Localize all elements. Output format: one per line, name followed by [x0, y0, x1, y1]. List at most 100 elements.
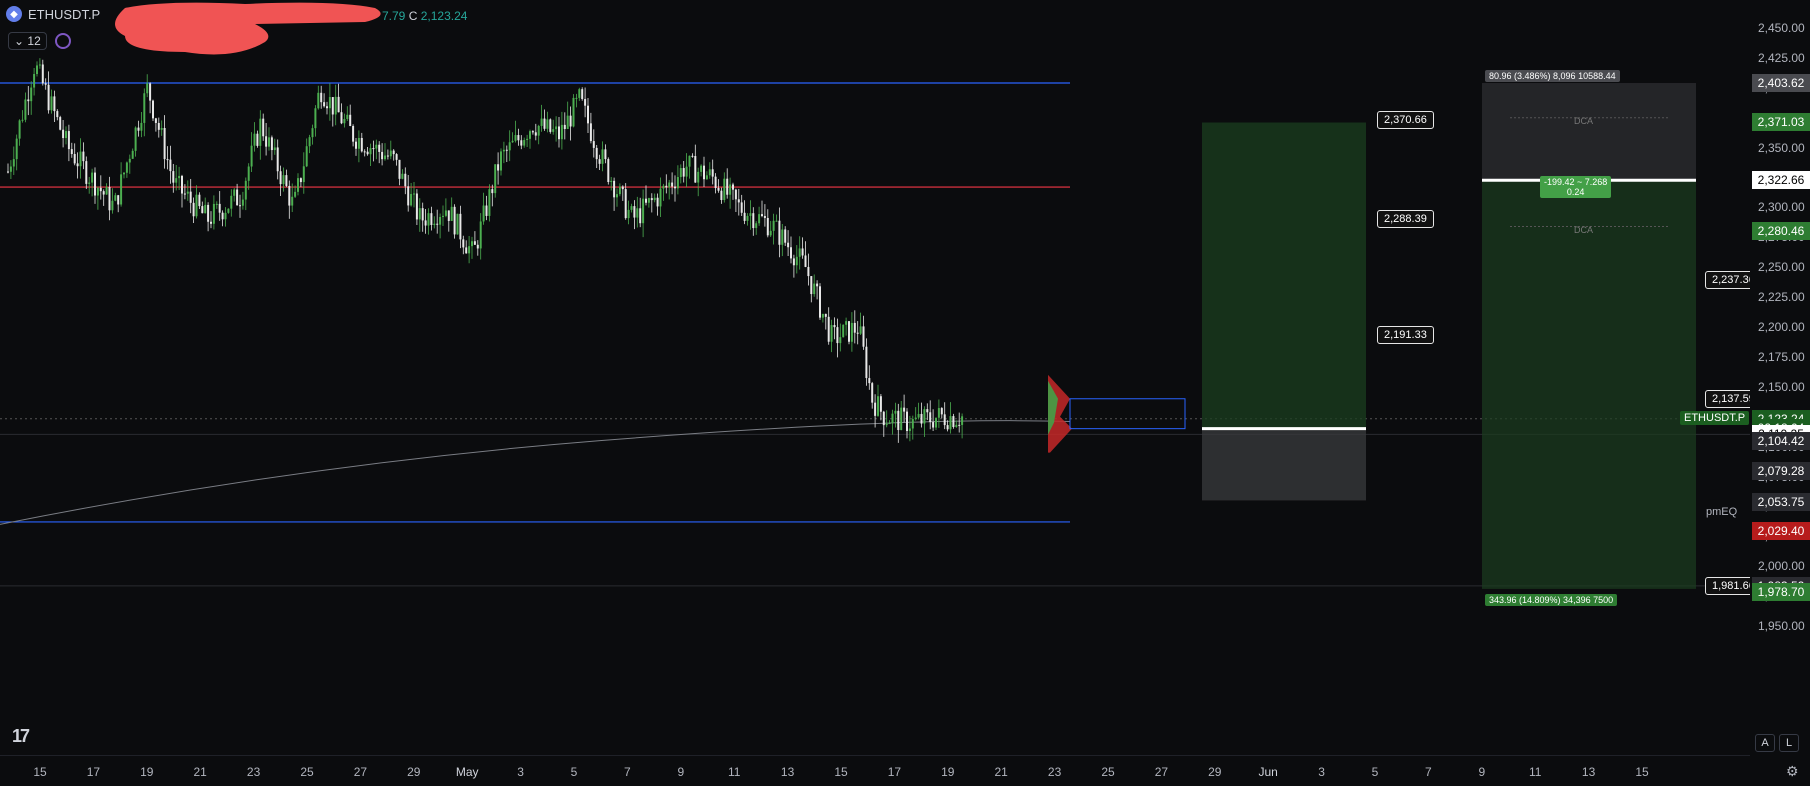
candle-body: [204, 204, 207, 214]
candle-body: [366, 151, 369, 155]
close-value: 2,123.24: [420, 9, 468, 23]
candle-body: [294, 191, 297, 197]
scale-buttons: A L: [1755, 734, 1799, 752]
interval-value: 12: [27, 34, 41, 48]
candle-body: [772, 220, 775, 231]
candle-body: [27, 99, 30, 102]
candle-body: [827, 316, 830, 342]
candle-body: [810, 276, 813, 295]
candle-body: [937, 408, 940, 418]
ohlc-readout: 7.79 C 2,123.24: [382, 9, 467, 23]
candle-body: [732, 184, 734, 190]
candle-body: [514, 135, 517, 141]
candle-body: [149, 83, 152, 101]
candle-body: [665, 185, 668, 188]
price-tag: 2,104.42: [1752, 432, 1810, 451]
candle-body: [610, 180, 613, 183]
candle-body: [711, 169, 714, 177]
symbol-header[interactable]: ◆ ETHUSDT.P: [6, 6, 100, 22]
candle-body: [958, 424, 961, 426]
candle-body: [259, 118, 262, 146]
candle-body: [755, 223, 758, 229]
redaction-mark: [115, 2, 381, 55]
candle-body: [627, 209, 630, 219]
candle-body: [700, 165, 703, 172]
candle-body: [183, 193, 186, 195]
candle-body: [749, 213, 752, 216]
candle-body: [265, 136, 268, 147]
sync-icon[interactable]: [54, 33, 71, 49]
candle-body: [804, 255, 807, 267]
auto-scale-button[interactable]: A: [1755, 734, 1775, 752]
candle-body: [146, 83, 149, 94]
candle-body: [885, 423, 888, 426]
price-axis[interactable]: 2,450.002,425.002,400.002,375.002,350.00…: [1750, 0, 1810, 755]
candle-body: [650, 198, 653, 201]
candle-body: [123, 172, 125, 175]
candle-body: [587, 105, 589, 124]
ohlc-partial: 7.79: [382, 9, 406, 23]
candle-body: [186, 191, 189, 194]
time-tick: 23: [246, 765, 261, 779]
candle-body: [526, 138, 529, 140]
candle-body: [50, 96, 53, 111]
candle-body: [120, 174, 123, 205]
candle-body: [705, 175, 708, 180]
price-tag: 2,053.75: [1752, 492, 1810, 511]
settings-gear-icon[interactable]: ⚙: [1786, 763, 1799, 780]
candle-body: [769, 230, 772, 236]
candle-body: [73, 154, 76, 164]
candle-body: [589, 123, 592, 142]
time-axis[interactable]: 15 17 19 21 23 25 27 29 May 3 5 7 9 11 13 15 17 19 21 23 25 2…: [0, 755, 1750, 786]
price-tag: 2,280.46: [1752, 221, 1810, 240]
candle-body: [894, 410, 897, 414]
candle-body: [38, 64, 41, 66]
interval-button[interactable]: ⌄ 12: [8, 32, 47, 50]
candle-body: [215, 203, 218, 205]
candle-body: [850, 322, 853, 342]
candle-body: [952, 416, 955, 428]
time-tick: 15: [33, 765, 47, 779]
price-chart[interactable]: [0, 0, 1750, 755]
candle-body: [181, 175, 183, 194]
symbol-ticker[interactable]: ETHUSDT.P: [28, 7, 100, 22]
price-tick: 2,175.00: [1758, 349, 1805, 364]
time-tick: May: [455, 765, 479, 779]
chart-plot-area[interactable]: ◆ ETHUSDT.P 7.79 C 2,123.24 ⌄ 12 pmEQ 17…: [0, 0, 1762, 755]
interval-row: ⌄ 12: [8, 32, 71, 50]
candle-body: [598, 159, 601, 164]
candle-body: [636, 208, 639, 218]
candle-body: [21, 119, 24, 121]
candle-body: [908, 428, 911, 431]
time-tick: 17: [887, 765, 902, 779]
candle-body: [381, 151, 384, 160]
price-tick: 2,000.00: [1758, 559, 1805, 574]
candle-body: [114, 195, 117, 201]
candle-body: [891, 413, 894, 424]
candle-body: [911, 419, 914, 429]
candle-body: [819, 286, 821, 318]
log-scale-button[interactable]: L: [1779, 734, 1799, 752]
candle-body: [404, 173, 407, 187]
candle-body: [781, 229, 784, 245]
candle-body: [903, 407, 906, 412]
candle-body: [816, 283, 819, 287]
candle-body: [546, 119, 549, 129]
time-tick: 19: [140, 765, 154, 779]
candle-body: [169, 159, 172, 172]
candle-body: [285, 175, 288, 186]
candle-body: [291, 196, 294, 206]
candle-body: [540, 118, 543, 126]
candle-body: [897, 410, 900, 431]
time-tick: 29: [1208, 765, 1222, 779]
time-tick: 27: [353, 765, 368, 779]
candle-body: [517, 135, 520, 141]
candle-body: [302, 166, 305, 183]
candle-body: [900, 407, 903, 431]
candle-body: [143, 93, 146, 123]
candle-body: [99, 187, 102, 192]
candle-body: [671, 182, 674, 187]
candle-body: [375, 144, 378, 149]
candle-body: [642, 198, 645, 224]
candle-body: [355, 141, 357, 149]
